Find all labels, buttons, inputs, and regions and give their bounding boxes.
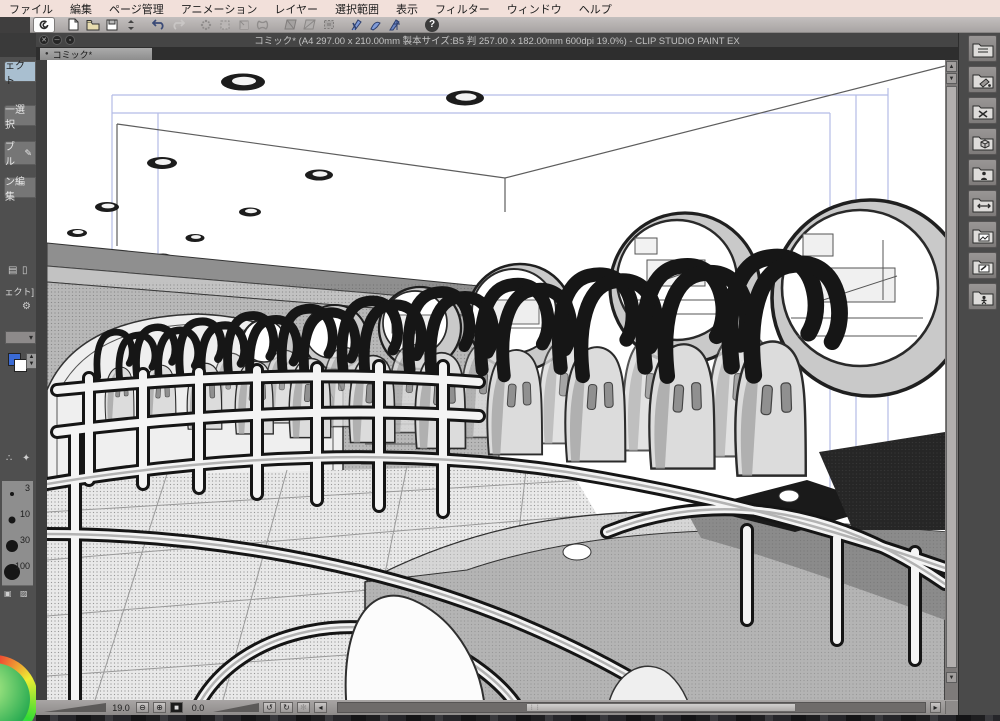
help-button[interactable]: ? xyxy=(425,17,439,32)
brush-size-row[interactable]: 3 xyxy=(2,481,33,508)
snap-to-special-ruler-icon[interactable] xyxy=(368,18,383,31)
canvas-viewport[interactable] xyxy=(47,60,945,700)
tool-property-header: ェクト] xyxy=(4,287,34,297)
subtool-item-line-edit[interactable]: ン編集 xyxy=(4,177,36,203)
save-document-icon[interactable] xyxy=(104,18,119,31)
rect-tool-1-icon xyxy=(283,18,298,31)
rotation-slider[interactable] xyxy=(213,703,259,712)
rotate-left-icon[interactable]: ↺ xyxy=(263,702,276,713)
right-dock xyxy=(958,33,1000,721)
tab-comic[interactable]: ● コミック* xyxy=(40,48,152,60)
brush-size-row[interactable]: 100 xyxy=(2,559,33,586)
canvas-artwork xyxy=(47,60,945,700)
command-bar: ? xyxy=(0,16,1000,33)
document-title-bar[interactable]: ✕ ─ ▫ コミック* (A4 297.00 x 210.00mm 製本サイズ:… xyxy=(36,33,958,47)
open-file-icon[interactable] xyxy=(85,18,100,31)
snap-to-grid-icon[interactable] xyxy=(387,18,402,31)
subtool-item-object[interactable]: ェクト xyxy=(4,61,36,87)
tab-label: コミック* xyxy=(52,49,93,60)
subtool-detail-icon[interactable]: ⚙ xyxy=(22,301,31,312)
brush-size-row[interactable]: 30 xyxy=(2,533,33,560)
palette-image-material-icon[interactable] xyxy=(968,221,997,248)
menu-file[interactable]: ファイル xyxy=(9,1,53,17)
palette-mini-button[interactable]: ▨ xyxy=(20,589,28,598)
deselect-icon xyxy=(198,18,213,31)
color-wheel[interactable] xyxy=(0,655,36,721)
brush-size-row[interactable]: 10 xyxy=(2,507,33,534)
zoom-reset-icon[interactable]: ⊕ xyxy=(153,702,166,713)
invert-selection-icon xyxy=(236,18,251,31)
tab-bar: ● コミック* xyxy=(36,47,958,60)
menu-view[interactable]: 表示 xyxy=(396,1,418,17)
menu-animation[interactable]: アニメーション xyxy=(181,1,258,17)
zoom-slider[interactable] xyxy=(44,703,106,712)
menu-page-manage[interactable]: ページ管理 xyxy=(109,1,164,17)
flip-icon[interactable]: ◂ xyxy=(314,702,327,713)
scroll-up-icon[interactable]: ▲ xyxy=(946,61,957,72)
rect-tool-2-icon xyxy=(302,18,317,31)
vertical-scroll-thumb[interactable] xyxy=(946,86,957,668)
vertical-scrollbar[interactable]: ▲ ▼ ▼ xyxy=(945,60,958,700)
palette-sub-view-icon[interactable] xyxy=(968,128,997,155)
subtool-item-layer-select[interactable]: 一選択 xyxy=(4,105,36,131)
reselect-icon xyxy=(217,18,232,31)
palette-navigator-icon[interactable] xyxy=(968,97,997,124)
document-window: ✕ ─ ▫ コミック* (A4 297.00 x 210.00mm 製本サイズ:… xyxy=(36,33,958,715)
background-artwork-strip xyxy=(36,715,1000,721)
menu-window[interactable]: ウィンドウ xyxy=(507,1,562,17)
trash-icon[interactable]: ▯ xyxy=(22,265,28,276)
palette-mini-button[interactable]: ▣ xyxy=(4,589,12,598)
subtool-item-table[interactable]: ブル ✎ xyxy=(4,141,36,168)
document-title: コミック* (A4 297.00 x 210.00mm 製本サイズ:B5 判 2… xyxy=(254,36,740,47)
canvas-status-bar: 19.0 ⊖ ⊕ ■ 0.0 ↺ ↻ ✻ ◂ ⋮⋮ ▸ xyxy=(36,700,958,715)
palette-figure-icon[interactable] xyxy=(968,283,997,310)
menu-help[interactable]: ヘルプ xyxy=(579,1,612,17)
rotate-right-icon[interactable]: ↻ xyxy=(280,702,293,713)
menu-bar: ファイル 編集 ページ管理 アニメーション レイヤー 選択範囲 表示 フィルター… xyxy=(0,0,1000,17)
scroll-down-icon[interactable]: ▼ xyxy=(946,672,957,683)
reset-rotation-icon: ✻ xyxy=(297,702,310,713)
selection-extra-icon xyxy=(255,18,270,31)
left-dock-top xyxy=(0,17,30,33)
spray-icon[interactable]: ∴ xyxy=(6,453,12,464)
zoom-out-icon[interactable]: ⊖ xyxy=(136,702,149,713)
palette-item-bank-icon[interactable] xyxy=(968,159,997,186)
scroll-up2-icon[interactable]: ▼ xyxy=(946,73,957,84)
undo-icon[interactable] xyxy=(151,18,166,31)
menu-layer[interactable]: レイヤー xyxy=(274,1,318,17)
horizontal-scroll-thumb[interactable]: ⋮⋮ xyxy=(525,703,796,712)
page-stepper-icon[interactable] xyxy=(123,18,138,31)
horizontal-scrollbar[interactable]: ⋮⋮ xyxy=(337,702,926,713)
clip-studio-logo-icon[interactable] xyxy=(33,16,55,33)
rect-tool-3-icon xyxy=(321,18,336,31)
snap-to-ruler-icon[interactable] xyxy=(349,18,364,31)
property-dropdown[interactable]: ▾ xyxy=(5,331,36,344)
redo-icon xyxy=(170,18,185,31)
menu-edit[interactable]: 編集 xyxy=(70,1,92,17)
palette-edit-history-icon[interactable] xyxy=(968,252,997,279)
rotation-value: 0.0 xyxy=(191,702,205,713)
palette-pose-icon[interactable] xyxy=(968,190,997,217)
add-subtool-icon[interactable]: ▤ xyxy=(8,265,17,276)
tab-modified-dot: ● xyxy=(45,51,49,57)
scroll-right-icon[interactable]: ▸ xyxy=(930,702,941,713)
pen-icon: ✎ xyxy=(24,147,32,158)
menu-selection[interactable]: 選択範囲 xyxy=(335,1,379,17)
new-document-icon[interactable] xyxy=(66,18,81,31)
wand-icon[interactable]: ✦ xyxy=(22,453,30,464)
zoom-value: 19.0 xyxy=(112,702,130,713)
menu-filter[interactable]: フィルター xyxy=(435,1,490,17)
fit-to-window-icon[interactable]: ■ xyxy=(170,702,183,713)
clip-studio-paint-window: ファイル 編集 ページ管理 アニメーション レイヤー 選択範囲 表示 フィルター… xyxy=(0,0,1000,721)
left-dock: ェクト 一選択 ブル ✎ ン編集 ▤ ▯ ェクト] ⚙ ▾ ▲ ▼ ∴ ✦ 3 10… xyxy=(0,33,37,721)
palette-material-icon[interactable] xyxy=(968,66,997,93)
resize-grip[interactable] xyxy=(945,701,958,714)
palette-quick-access-icon[interactable] xyxy=(968,35,997,62)
